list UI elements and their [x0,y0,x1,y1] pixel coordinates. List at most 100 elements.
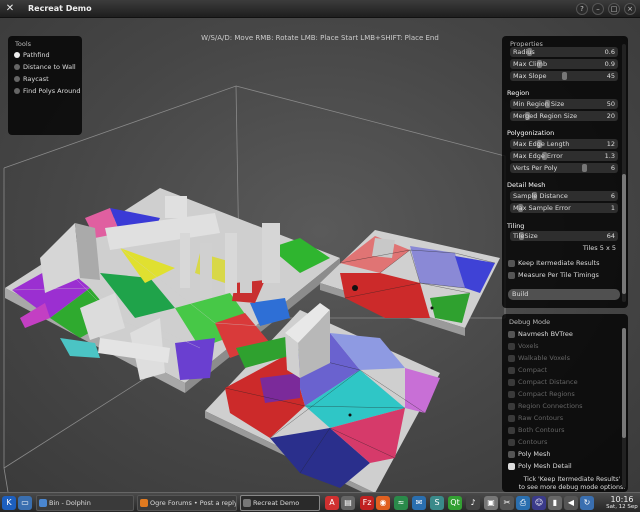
radio-icon [14,64,20,70]
task-ogre-forums[interactable]: Ogre Forums • Post a reply - M [137,495,237,511]
checkbox-icon [508,427,515,434]
build-button[interactable]: Build [508,289,620,300]
tray-icon[interactable]: ▣ [484,496,498,510]
checkbox-icon [508,260,515,267]
checkbox-icon [508,331,515,338]
checkbox-icon [508,391,515,398]
debug-option-contours[interactable]: Contours [508,438,620,448]
audio-icon[interactable]: ♪ [466,496,480,510]
app-icon [243,499,251,507]
task-recreat-demo[interactable]: Recreat Demo [240,495,320,511]
slider-knob[interactable] [582,164,587,172]
help-button[interactable]: ? [576,3,588,15]
properties-panel: Properties Radius 0.6 Max Climb 0.9 Max … [502,36,628,308]
measure-per-tile-timings-checkbox[interactable]: Measure Per Tile Timings [508,271,620,281]
debug-note-line1: Tick 'Keep Itermediate Results' [523,476,621,483]
checked-icon [508,463,515,470]
checkbox-icon [508,343,515,350]
debug-option-region-connections[interactable]: Region Connections [508,402,620,412]
tiles-count: Tiles 5 x 5 [582,244,616,252]
skype-icon[interactable]: S [430,496,444,510]
desktop-icon[interactable]: ▭ [18,496,32,510]
checkbox-icon [508,272,515,279]
radius-slider[interactable]: Radius 0.6 [510,47,618,57]
tiling-title: Tiling [507,222,525,230]
debug-option-poly-mesh-detail[interactable]: Poly Mesh Detail [508,462,620,472]
right-tile-mesh [320,230,500,336]
debug-scrollbar[interactable] [622,328,626,488]
taskbar: K ▭ Bin - Dolphin Ogre Forums • Post a r… [0,492,640,512]
polygonization-title: Polygonization [507,129,555,137]
firefox-icon [140,499,148,507]
tile-size-slider[interactable]: TileSize 64 [510,231,618,241]
scrollbar-thumb[interactable] [622,328,626,438]
debug-option-both-contours[interactable]: Both Contours [508,426,620,436]
detail-mesh-title: Detail Mesh [507,181,546,189]
checkbox-icon [508,355,515,362]
filezilla-icon[interactable]: Fz [360,496,374,510]
tools-panel: Tools Pathfind Distance to Wall Raycast … [8,36,82,135]
clipboard-icon[interactable]: ✂ [500,496,514,510]
checkbox-icon [508,451,515,458]
properties-scrollbar[interactable] [622,44,626,302]
minimize-button[interactable]: – [592,3,604,15]
app-icon[interactable]: ✕ [4,3,16,15]
tool-pathfind[interactable]: Pathfind [14,50,84,61]
maximize-button[interactable]: □ [608,3,620,15]
max-sample-error-slider[interactable]: Max Sample Error 1 [510,203,618,213]
debug-option-raw-contours[interactable]: Raw Contours [508,414,620,424]
messenger-icon[interactable]: ✉ [412,496,426,510]
pdf-icon[interactable]: A [325,496,339,510]
debug-option-poly-mesh[interactable]: Poly Mesh [508,450,620,460]
sample-distance-slider[interactable]: Sample Distance 6 [510,191,618,201]
scrollbar-thumb[interactable] [622,174,626,294]
min-region-size-slider[interactable]: Min Region Size 50 [510,99,618,109]
keep-intermediate-results-checkbox[interactable]: Keep Itermediate Results [508,259,620,269]
debug-option-compact[interactable]: Compact [508,366,620,376]
tool-raycast[interactable]: Raycast [14,74,84,85]
radio-icon [14,76,20,82]
battery-icon[interactable]: ▮ [548,496,562,510]
radio-icon [14,88,20,94]
terminal-icon[interactable]: ▤ [341,496,355,510]
debug-option-compact-distance[interactable]: Compact Distance [508,378,620,388]
debug-option-navmesh-bvtree[interactable]: Navmesh BVTree [508,330,620,340]
network-icon[interactable]: ≈ [394,496,408,510]
max-edge-error-slider[interactable]: Max Edge Error 1.3 [510,151,618,161]
update-icon[interactable]: ↻ [580,496,594,510]
tools-title: Tools [15,40,32,48]
debug-option-compact-regions[interactable]: Compact Regions [508,390,620,400]
firefox-icon[interactable]: ◉ [376,496,390,510]
tool-distance-to-wall[interactable]: Distance to Wall [14,62,84,73]
printer-icon[interactable]: ⎙ [516,496,530,510]
region-title: Region [507,89,530,97]
checkbox-icon [508,367,515,374]
verts-per-poly-slider[interactable]: Verts Per Poly 6 [510,163,618,173]
checkbox-icon [508,415,515,422]
task-dolphin[interactable]: Bin - Dolphin [36,495,134,511]
checkbox-icon [508,403,515,410]
kde-menu-icon[interactable]: K [2,496,16,510]
debug-note-line2: to see more debug mode options. [518,484,626,491]
tool-find-polys-around[interactable]: Find Polys Around [14,86,84,97]
debug-option-walkable-voxels[interactable]: Walkable Voxels [508,354,620,364]
debug-option-voxels[interactable]: Voxels [508,342,620,352]
max-edge-length-slider[interactable]: Max Edge Length 12 [510,139,618,149]
title-bar: ✕ Recreat Demo ? – □ × [0,0,640,18]
debug-mode-panel: Debug Mode Navmesh BVTree Voxels Walkable … [502,314,628,492]
merged-region-size-slider[interactable]: Merged Region Size 20 [510,111,618,121]
qt-icon[interactable]: Qt [448,496,462,510]
max-climb-slider[interactable]: Max Climb 0.9 [510,59,618,69]
debug-mode-title: Debug Mode [509,318,551,326]
checkbox-icon [508,439,515,446]
volume-icon[interactable]: ◀ [564,496,578,510]
max-slope-slider[interactable]: Max Slope 45 [510,71,618,81]
window-title: Recreat Demo [28,4,92,13]
clock[interactable]: 10:16 Sat, 12 Sep [606,495,638,511]
kopete-icon[interactable]: ☺ [532,496,546,510]
slider-knob[interactable] [562,72,567,80]
close-button[interactable]: × [624,3,636,15]
checkbox-icon [508,379,515,386]
radio-selected-icon [14,52,20,58]
folder-icon [39,499,47,507]
